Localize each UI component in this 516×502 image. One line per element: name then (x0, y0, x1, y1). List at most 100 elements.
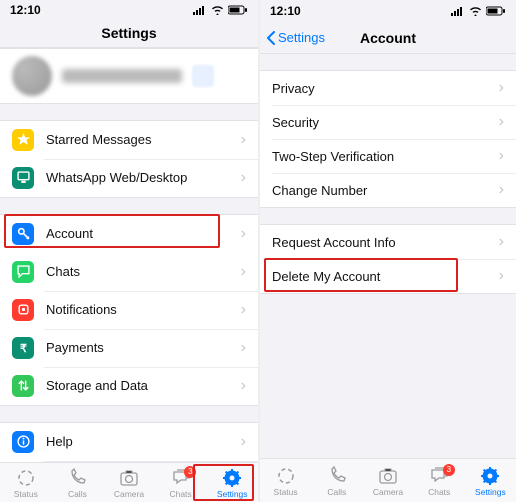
row-change-number[interactable]: Change Number › (260, 173, 516, 207)
row-storage[interactable]: Storage and Data › (0, 367, 258, 405)
updown-icon (12, 375, 34, 397)
row-label: WhatsApp Web/Desktop (46, 170, 229, 185)
tab-calls[interactable]: Calls (52, 468, 104, 499)
row-chats[interactable]: Chats › (0, 253, 258, 291)
camera-icon (378, 466, 398, 486)
tab-label: Calls (327, 487, 346, 497)
navbar: Settings Account (260, 22, 516, 54)
settings-icon (222, 468, 242, 488)
chevron-right-icon: › (241, 378, 246, 394)
tab-label: Camera (373, 487, 403, 497)
rupee-icon: ₹ (12, 337, 34, 359)
chevron-left-icon (266, 31, 276, 45)
calls-icon (67, 468, 87, 488)
account-screen: 12:10 Settings Account Privacy › Security›… (258, 0, 516, 502)
chevron-right-icon: › (499, 80, 504, 96)
chevron-right-icon: › (499, 148, 504, 164)
tab-label: Status (274, 487, 298, 497)
wifi-icon (469, 6, 482, 16)
settings-icon (480, 466, 500, 486)
row-security[interactable]: Security› (260, 105, 516, 139)
tab-label: Settings (475, 487, 506, 497)
back-button[interactable]: Settings (266, 30, 325, 45)
account-scroll[interactable]: Privacy›Security›Two-Step Verification›C… (260, 54, 516, 458)
row-label: Storage and Data (46, 378, 229, 393)
row-request-info[interactable]: Request Account Info › (260, 225, 516, 259)
battery-icon (228, 5, 248, 15)
profile-row[interactable] (0, 48, 258, 104)
chevron-right-icon: › (499, 182, 504, 198)
calls-icon (327, 466, 347, 486)
badge: 3 (443, 464, 455, 476)
row-whatsapp-web[interactable]: WhatsApp Web/Desktop › (0, 159, 258, 197)
row-label: Privacy (272, 81, 487, 96)
chevron-right-icon: › (241, 132, 246, 148)
tab-label: Chats (169, 489, 191, 499)
row-starred-messages[interactable]: Starred Messages › (0, 121, 258, 159)
chat-icon (12, 261, 34, 283)
row-label: Starred Messages (46, 132, 229, 147)
row-label: Help (46, 434, 229, 449)
avatar (12, 56, 52, 96)
settings-screen: 12:10 Settings Starred Messages›WhatsApp… (0, 0, 258, 502)
signal-icon (451, 6, 465, 16)
row-label: Two-Step Verification (272, 149, 487, 164)
status-icon (16, 468, 36, 488)
tab-label: Calls (68, 489, 87, 499)
navbar: Settings (0, 19, 258, 47)
tab-chats[interactable]: Chats 3 (414, 466, 465, 497)
account-group-2: Request Account Info › Delete My Account› (260, 224, 516, 294)
settings-group-3: Help›Tell a Friend› (0, 422, 258, 463)
badge: 3 (184, 466, 196, 478)
battery-icon (486, 6, 506, 16)
row-label: Delete My Account (272, 269, 487, 284)
info-icon (12, 431, 34, 453)
tab-calls[interactable]: Calls (311, 466, 362, 497)
tab-label: Chats (428, 487, 450, 497)
status-icons (193, 5, 248, 15)
account-group-1: Privacy›Security›Two-Step Verification›C… (260, 70, 516, 208)
row-label: Chats (46, 264, 229, 279)
bell-icon (12, 299, 34, 321)
camera-icon (119, 468, 139, 488)
row-label: Account (46, 226, 229, 241)
tab-label: Settings (217, 489, 248, 499)
settings-group-2: Account›Chats›Notifications›₹Payments›St… (0, 214, 258, 406)
chevron-right-icon: › (499, 234, 504, 250)
status-bar: 12:10 (260, 0, 516, 22)
row-help[interactable]: Help › (0, 423, 258, 461)
tab-chats[interactable]: Chats 3 (155, 468, 207, 499)
tab-status[interactable]: Status (260, 466, 311, 497)
star-icon (12, 129, 34, 151)
row-delete-account[interactable]: Delete My Account› (260, 259, 516, 293)
page-title: Settings (101, 25, 156, 41)
desktop-icon (12, 167, 34, 189)
tab-label: Status (14, 489, 38, 499)
tab-settings[interactable]: Settings (206, 468, 258, 499)
profile-name (62, 69, 182, 83)
signal-icon (193, 5, 207, 15)
row-label: Change Number (272, 183, 487, 198)
tab-camera[interactable]: Camera (362, 466, 413, 497)
row-account[interactable]: Account› (0, 215, 258, 253)
tab-settings[interactable]: Settings (465, 466, 516, 497)
chevron-right-icon: › (241, 340, 246, 356)
row-payments[interactable]: ₹ Payments › (0, 329, 258, 367)
row-notifications[interactable]: Notifications› (0, 291, 258, 329)
tab-camera[interactable]: Camera (103, 468, 155, 499)
chevron-right-icon: › (241, 264, 246, 280)
settings-scroll[interactable]: Starred Messages › WhatsApp Web/Desktop › A… (0, 48, 258, 463)
status-icons (451, 6, 506, 16)
row-label: Payments (46, 340, 229, 355)
chevron-right-icon: › (241, 170, 246, 186)
row-two-step[interactable]: Two-Step Verification › (260, 139, 516, 173)
clock: 12:10 (10, 3, 41, 17)
key-icon (12, 223, 34, 245)
row-privacy[interactable]: Privacy › (260, 71, 516, 105)
tab-status[interactable]: Status (0, 468, 52, 499)
qr-icon[interactable] (192, 65, 214, 87)
status-icon (276, 466, 296, 486)
row-label: Request Account Info (272, 235, 487, 250)
chevron-right-icon: › (241, 434, 246, 450)
row-label: Notifications (46, 302, 229, 317)
